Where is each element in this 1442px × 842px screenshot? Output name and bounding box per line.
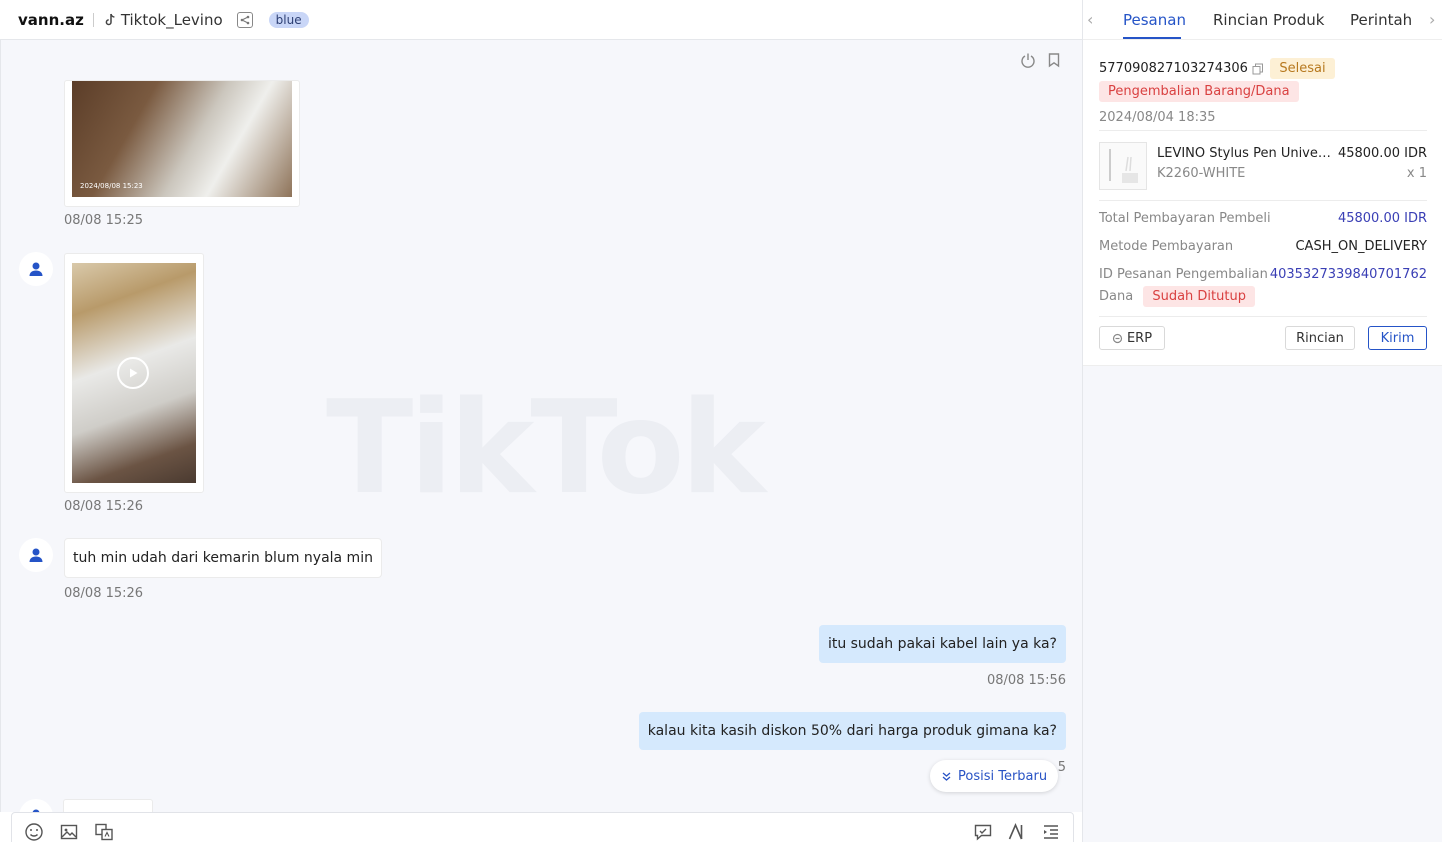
watermark: TikTok bbox=[326, 374, 766, 523]
emoji-icon[interactable] bbox=[24, 822, 44, 842]
bookmark-icon[interactable] bbox=[1046, 52, 1062, 68]
buyer-message: tuh min udah dari kemarin blum nyala min bbox=[64, 538, 382, 578]
double-chevron-down-icon bbox=[942, 772, 951, 781]
refund-id-value[interactable]: 4035327339840701762 bbox=[1270, 267, 1427, 282]
divider bbox=[1099, 130, 1427, 131]
order-date: 2024/08/04 18:35 bbox=[1099, 110, 1216, 125]
product-item[interactable]: LEVINO Stylus Pen Universal K2260-WHITE … bbox=[1099, 142, 1427, 190]
erp-button[interactable]: ERP bbox=[1099, 326, 1165, 350]
message-time: 5 bbox=[1057, 760, 1066, 775]
avatar bbox=[19, 799, 53, 812]
photo[interactable]: 2024/08/08 15:23 bbox=[72, 81, 292, 197]
image-message[interactable]: 2024/08/08 15:23 bbox=[64, 80, 300, 207]
shop-name: Tiktok_Levino bbox=[103, 11, 223, 29]
photo-timestamp: 2024/08/08 15:23 bbox=[80, 182, 143, 190]
message-time: 08/08 15:25 bbox=[64, 213, 144, 228]
seller-message: itu sudah pakai kabel lain ya ka? bbox=[818, 625, 1066, 663]
video-message[interactable] bbox=[64, 253, 204, 493]
header-divider bbox=[92, 12, 94, 27]
order-summary: 577090827103274306 Selesai Pengembalian … bbox=[1099, 58, 1427, 125]
total-payment-row: Total Pembayaran Pembeli 45800.00 IDR bbox=[1099, 211, 1427, 226]
total-payment-value: 45800.00 IDR bbox=[1337, 211, 1427, 226]
chat-header: vann.az Tiktok_Levino blue bbox=[0, 0, 1082, 40]
product-sku: K2260-WHITE bbox=[1157, 166, 1246, 181]
tab-product-details[interactable]: Rincian Produk bbox=[1213, 11, 1325, 29]
product-name[interactable]: LEVINO Stylus Pen Universal bbox=[1157, 146, 1333, 161]
payment-method-value: CASH_ON_DELIVERY bbox=[1295, 239, 1427, 254]
avatar bbox=[19, 538, 53, 572]
buyer-message-partial bbox=[63, 799, 153, 812]
divider bbox=[1099, 200, 1427, 201]
order-id-value[interactable]: 577090827103274306 bbox=[1099, 61, 1248, 76]
customer-tag[interactable]: blue bbox=[268, 11, 309, 28]
ai-assistant-icon[interactable] bbox=[1007, 822, 1027, 842]
user-icon bbox=[29, 548, 43, 562]
chevron-left-icon[interactable]: ‹ bbox=[1087, 10, 1093, 29]
order-id: 577090827103274306 bbox=[1099, 61, 1264, 76]
refund-id-label: ID Pesanan Pengembalian bbox=[1099, 267, 1268, 282]
erp-icon bbox=[1112, 333, 1123, 343]
refund-status-badge: Sudah Ditutup bbox=[1143, 286, 1255, 307]
message-time: 08/08 15:26 bbox=[64, 499, 144, 514]
status-badge: Selesai bbox=[1270, 58, 1335, 79]
refund-id-label-cont: Dana bbox=[1099, 289, 1134, 304]
avatar bbox=[19, 252, 53, 286]
power-icon[interactable] bbox=[1020, 52, 1036, 68]
message-time: 08/08 15:26 bbox=[64, 586, 144, 601]
composer-tools-left bbox=[24, 822, 114, 842]
video-thumbnail[interactable] bbox=[72, 263, 196, 483]
product-quantity: x 1 bbox=[1406, 166, 1427, 181]
panel-tabs: ‹ Pesanan Rincian Produk Perintah › bbox=[1083, 0, 1442, 40]
send-button[interactable]: Kirim bbox=[1368, 326, 1427, 350]
details-button[interactable]: Rincian bbox=[1285, 326, 1355, 350]
product-thumbnail[interactable] bbox=[1099, 142, 1147, 190]
payment-method-row: Metode Pembayaran CASH_ON_DELIVERY bbox=[1099, 239, 1427, 254]
order-panel: ‹ Pesanan Rincian Produk Perintah › 5770… bbox=[1082, 0, 1442, 842]
panel-empty-area bbox=[1083, 365, 1442, 842]
latest-position-button[interactable]: Posisi Terbaru bbox=[930, 760, 1059, 792]
feedback-icon[interactable] bbox=[973, 822, 993, 842]
payment-method-label: Metode Pembayaran bbox=[1099, 239, 1234, 254]
translate-icon[interactable] bbox=[94, 822, 114, 842]
refund-id-row: ID Pesanan Pengembalian 4035327339840701… bbox=[1099, 267, 1427, 282]
return-badge: Pengembalian Barang/Dana bbox=[1099, 81, 1299, 102]
customer-name: vann.az bbox=[18, 10, 84, 29]
chevron-right-icon[interactable]: › bbox=[1429, 10, 1435, 29]
total-payment-label: Total Pembayaran Pembeli bbox=[1099, 211, 1271, 226]
message-composer[interactable] bbox=[11, 812, 1074, 842]
quick-reply-icon[interactable] bbox=[1041, 822, 1061, 842]
tab-commands[interactable]: Perintah bbox=[1350, 11, 1412, 29]
tab-orders[interactable]: Pesanan bbox=[1123, 11, 1186, 29]
latest-position-label: Posisi Terbaru bbox=[958, 768, 1048, 784]
share-icon[interactable] bbox=[236, 11, 253, 28]
user-icon bbox=[29, 262, 43, 276]
shop-name-label: Tiktok_Levino bbox=[120, 10, 223, 29]
active-tab-indicator bbox=[1123, 37, 1181, 39]
tiktok-icon bbox=[105, 13, 115, 25]
chat-area[interactable]: TikTok 2024/08/08 15:23 08/08 15:25 08/0… bbox=[0, 40, 1082, 812]
refund-status-row: Dana Sudah Ditutup bbox=[1099, 286, 1427, 307]
erp-label: ERP bbox=[1126, 330, 1153, 346]
message-time: 08/08 15:56 bbox=[986, 673, 1066, 688]
seller-message: kalau kita kasih diskon 50% dari harga p… bbox=[638, 712, 1066, 750]
image-icon[interactable] bbox=[59, 822, 79, 842]
chat-tools bbox=[1020, 52, 1062, 68]
divider bbox=[1099, 316, 1427, 317]
product-price: 45800.00 IDR bbox=[1337, 146, 1427, 161]
copy-icon[interactable] bbox=[1252, 63, 1264, 75]
play-icon[interactable] bbox=[117, 357, 149, 389]
composer-tools-right bbox=[973, 822, 1061, 842]
